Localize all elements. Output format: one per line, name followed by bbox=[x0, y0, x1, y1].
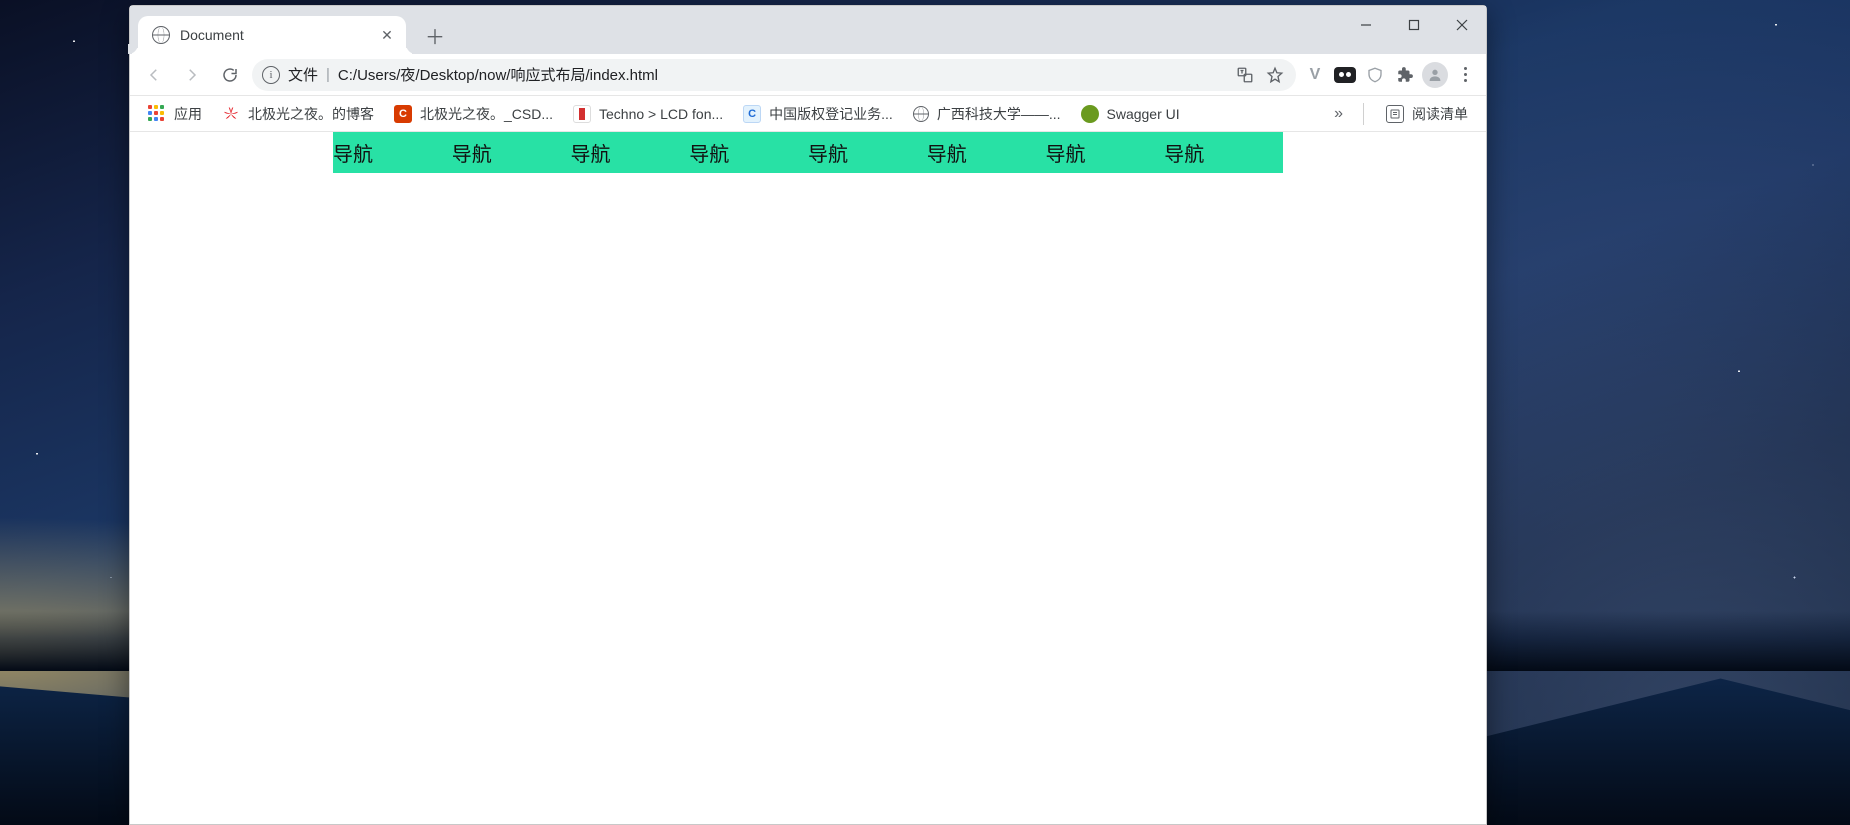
ext-shield[interactable] bbox=[1362, 62, 1388, 88]
nav-item[interactable]: 导航 bbox=[1046, 132, 1165, 173]
browser-window: Document ✕ ＋ i 文件 | bbox=[129, 5, 1487, 825]
bookmarks-overflow-button[interactable]: » bbox=[1328, 101, 1349, 127]
nav-item[interactable]: 导航 bbox=[333, 132, 452, 173]
window-maximize-button[interactable] bbox=[1390, 6, 1438, 44]
ext-goggles[interactable] bbox=[1332, 62, 1358, 88]
ext-vue-devtools[interactable]: V bbox=[1302, 62, 1328, 88]
tab-strip: Document ✕ ＋ bbox=[130, 6, 1486, 54]
bookmark-techno[interactable]: Techno > LCD fon... bbox=[565, 101, 731, 127]
bookmark-label: 广西科技大学——... bbox=[937, 104, 1061, 124]
bookmark-star-icon[interactable] bbox=[1264, 64, 1286, 86]
globe-icon bbox=[913, 106, 929, 122]
bookmark-swagger[interactable]: Swagger UI bbox=[1073, 101, 1188, 127]
favicon-icon bbox=[1081, 105, 1099, 123]
bookmark-huawei[interactable]: 北极光之夜。的博客 bbox=[214, 100, 382, 128]
bookmark-label: Techno > LCD fon... bbox=[599, 106, 723, 122]
nav-item[interactable]: 导航 bbox=[927, 132, 1046, 173]
page-viewport[interactable]: 导航 导航 导航 导航 导航 导航 导航 导航 bbox=[130, 132, 1486, 824]
globe-icon bbox=[152, 26, 170, 44]
bookmark-label: 应用 bbox=[174, 104, 202, 124]
translate-icon[interactable] bbox=[1234, 64, 1256, 86]
bookmark-csdn[interactable]: C 北极光之夜。_CSD... bbox=[386, 100, 561, 128]
bookmarks-bar: 应用 北极光之夜。的博客 C 北极光之夜。_CSD... Techno > LC… bbox=[130, 96, 1486, 132]
window-close-button[interactable] bbox=[1438, 6, 1486, 44]
url-path: C:/Users/夜/Desktop/now/响应式布局/index.html bbox=[338, 64, 1226, 85]
bookmark-gxust[interactable]: 广西科技大学——... bbox=[905, 100, 1069, 128]
favicon-icon: C bbox=[743, 105, 761, 123]
favicon-icon bbox=[222, 105, 240, 123]
reading-list-icon bbox=[1386, 105, 1404, 123]
window-minimize-button[interactable] bbox=[1342, 6, 1390, 44]
browser-menu-button[interactable] bbox=[1452, 62, 1478, 88]
bookmark-label: 北极光之夜。_CSD... bbox=[420, 104, 553, 124]
url-separator: | bbox=[326, 66, 330, 83]
bookmark-apps[interactable]: 应用 bbox=[140, 100, 210, 128]
page-nav-bar: 导航 导航 导航 导航 导航 导航 导航 导航 bbox=[333, 132, 1283, 173]
nav-item[interactable]: 导航 bbox=[808, 132, 927, 173]
extensions-row: V bbox=[1302, 62, 1478, 88]
favicon-icon: C bbox=[394, 105, 412, 123]
browser-toolbar: i 文件 | C:/Users/夜/Desktop/now/响应式布局/inde… bbox=[130, 54, 1486, 96]
window-controls bbox=[1342, 6, 1486, 44]
favicon-icon bbox=[573, 105, 591, 123]
nav-item[interactable]: 导航 bbox=[689, 132, 808, 173]
profile-avatar-button[interactable] bbox=[1422, 62, 1448, 88]
nav-item[interactable]: 导航 bbox=[452, 132, 571, 173]
site-info-icon[interactable]: i bbox=[262, 66, 280, 84]
nav-back-button[interactable] bbox=[138, 59, 170, 91]
reading-list-button[interactable]: 阅读清单 bbox=[1378, 100, 1476, 128]
nav-forward-button[interactable] bbox=[176, 59, 208, 91]
bookmark-label: 中国版权登记业务... bbox=[769, 104, 893, 124]
nav-item[interactable]: 导航 bbox=[571, 132, 690, 173]
bookmark-label: 北极光之夜。的博客 bbox=[248, 104, 374, 124]
url-scheme-label: 文件 bbox=[288, 64, 318, 85]
nav-reload-button[interactable] bbox=[214, 59, 246, 91]
tab-close-button[interactable]: ✕ bbox=[378, 26, 396, 44]
browser-tab[interactable]: Document ✕ bbox=[138, 16, 406, 54]
bookmark-copyright[interactable]: C 中国版权登记业务... bbox=[735, 100, 901, 128]
nav-item[interactable]: 导航 bbox=[1164, 132, 1283, 173]
bookmarks-divider bbox=[1363, 103, 1364, 125]
address-bar[interactable]: i 文件 | C:/Users/夜/Desktop/now/响应式布局/inde… bbox=[252, 59, 1296, 91]
tab-title: Document bbox=[180, 27, 368, 43]
apps-grid-icon bbox=[148, 105, 166, 123]
extensions-menu-icon[interactable] bbox=[1392, 62, 1418, 88]
new-tab-button[interactable]: ＋ bbox=[420, 20, 450, 50]
reading-list-label: 阅读清单 bbox=[1412, 104, 1468, 124]
bookmark-label: Swagger UI bbox=[1107, 106, 1180, 122]
